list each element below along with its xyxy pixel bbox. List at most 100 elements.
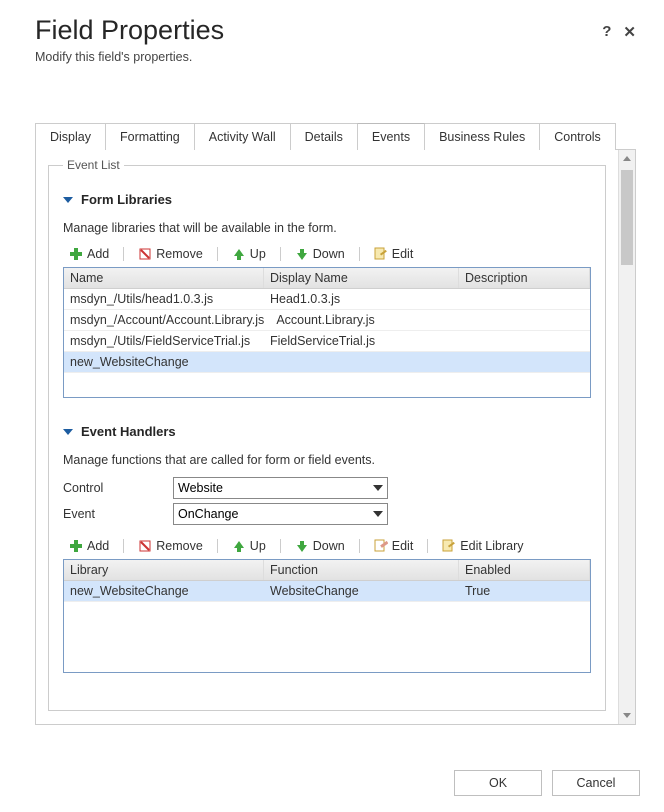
column-library[interactable]: Library xyxy=(64,560,264,580)
tab-display[interactable]: Display xyxy=(35,123,106,150)
up-button[interactable]: Up xyxy=(226,245,272,263)
control-label: Control xyxy=(63,481,173,495)
help-icon[interactable]: ? xyxy=(602,23,611,41)
chevron-down-icon xyxy=(373,511,383,517)
separator xyxy=(280,247,281,261)
separator xyxy=(427,539,428,553)
control-select-value: Website xyxy=(178,481,223,495)
edit-library-button[interactable]: Edit Library xyxy=(436,537,529,555)
separator xyxy=(280,539,281,553)
event-handlers-header[interactable]: Event Handlers xyxy=(63,424,591,439)
event-list-legend: Event List xyxy=(63,158,124,172)
page-title: Field Properties xyxy=(35,15,224,46)
event-select[interactable]: OnChange xyxy=(173,503,388,525)
event-select-value: OnChange xyxy=(178,507,238,521)
arrow-up-icon xyxy=(232,247,246,261)
column-display-name[interactable]: Display Name xyxy=(264,268,459,288)
plus-icon xyxy=(69,247,83,261)
cancel-button[interactable]: Cancel xyxy=(552,770,640,796)
add-button[interactable]: Add xyxy=(63,537,115,555)
close-icon[interactable]: ✕ xyxy=(623,23,636,41)
column-enabled[interactable]: Enabled xyxy=(459,560,590,580)
add-label: Add xyxy=(87,539,109,553)
cell-library: new_WebsiteChange xyxy=(64,581,264,601)
tab-controls[interactable]: Controls xyxy=(539,123,616,150)
scroll-thumb[interactable] xyxy=(621,170,633,265)
form-libraries-desc: Manage libraries that will be available … xyxy=(63,221,591,235)
cell-desc xyxy=(459,352,590,372)
separator xyxy=(123,247,124,261)
form-libraries-title: Form Libraries xyxy=(81,192,172,207)
cell-display xyxy=(264,352,459,372)
chevron-down-icon xyxy=(373,485,383,491)
remove-button[interactable]: Remove xyxy=(132,245,209,263)
column-name[interactable]: Name xyxy=(64,268,264,288)
down-button[interactable]: Down xyxy=(289,245,351,263)
arrow-down-icon xyxy=(295,247,309,261)
table-row[interactable]: msdyn_/Utils/head1.0.3.js Head1.0.3.js xyxy=(64,289,590,310)
add-label: Add xyxy=(87,247,109,261)
ok-button[interactable]: OK xyxy=(454,770,542,796)
tab-events[interactable]: Events xyxy=(357,123,425,150)
separator xyxy=(217,247,218,261)
cell-name: msdyn_/Utils/head1.0.3.js xyxy=(64,289,264,309)
separator xyxy=(217,539,218,553)
pencil-icon xyxy=(374,539,388,553)
up-button[interactable]: Up xyxy=(226,537,272,555)
column-function[interactable]: Function xyxy=(264,560,459,580)
cell-enabled: True xyxy=(459,581,590,601)
up-label: Up xyxy=(250,247,266,261)
event-handlers-title: Event Handlers xyxy=(81,424,176,439)
remove-label: Remove xyxy=(156,247,203,261)
up-label: Up xyxy=(250,539,266,553)
event-handlers-desc: Manage functions that are called for for… xyxy=(63,453,591,467)
edit-library-icon xyxy=(442,539,456,553)
cell-name: new_WebsiteChange xyxy=(64,352,264,372)
table-row[interactable]: msdyn_/Account/Account.Library.js Accoun… xyxy=(64,310,590,331)
remove-button[interactable]: Remove xyxy=(132,537,209,555)
event-handlers-table: Library Function Enabled new_WebsiteChan… xyxy=(63,559,591,673)
form-libraries-header[interactable]: Form Libraries xyxy=(63,192,591,207)
event-list-fieldset: Event List Form Libraries Manage librari… xyxy=(48,158,606,711)
down-button[interactable]: Down xyxy=(289,537,351,555)
down-label: Down xyxy=(313,539,345,553)
cell-desc xyxy=(459,289,590,309)
tab-activity-wall[interactable]: Activity Wall xyxy=(194,123,291,150)
arrow-up-icon xyxy=(232,539,246,553)
cell-display: FieldServiceTrial.js xyxy=(264,331,459,351)
arrow-down-icon xyxy=(295,539,309,553)
edit-button[interactable]: Edit xyxy=(368,537,420,555)
cell-display: Head1.0.3.js xyxy=(264,289,459,309)
scroll-down-icon[interactable] xyxy=(619,707,635,724)
collapse-icon xyxy=(63,429,73,435)
delete-icon xyxy=(138,247,152,261)
scroll-up-icon[interactable] xyxy=(619,150,635,167)
edit-button[interactable]: Edit xyxy=(368,245,420,263)
plus-icon xyxy=(69,539,83,553)
table-row[interactable]: new_WebsiteChange xyxy=(64,352,590,373)
tab-details[interactable]: Details xyxy=(290,123,358,150)
tab-business-rules[interactable]: Business Rules xyxy=(424,123,540,150)
tab-bar: Display Formatting Activity Wall Details… xyxy=(35,122,636,150)
form-libraries-toolbar: Add Remove Up xyxy=(63,245,591,263)
form-libraries-table: Name Display Name Description msdyn_/Uti… xyxy=(63,267,591,398)
down-label: Down xyxy=(313,247,345,261)
separator xyxy=(123,539,124,553)
edit-label: Edit xyxy=(392,539,414,553)
separator xyxy=(359,247,360,261)
cell-function: WebsiteChange xyxy=(264,581,459,601)
cell-name: msdyn_/Utils/FieldServiceTrial.js xyxy=(64,331,264,351)
tab-formatting[interactable]: Formatting xyxy=(105,123,195,150)
page-subtitle: Modify this field's properties. xyxy=(35,50,224,64)
table-row[interactable]: msdyn_/Utils/FieldServiceTrial.js FieldS… xyxy=(64,331,590,352)
add-button[interactable]: Add xyxy=(63,245,115,263)
remove-label: Remove xyxy=(156,539,203,553)
collapse-icon xyxy=(63,197,73,203)
control-select[interactable]: Website xyxy=(173,477,388,499)
edit-label: Edit xyxy=(392,247,414,261)
separator xyxy=(359,539,360,553)
cell-desc xyxy=(465,310,590,330)
vertical-scrollbar[interactable] xyxy=(618,150,635,724)
column-description[interactable]: Description xyxy=(459,268,590,288)
table-row[interactable]: new_WebsiteChange WebsiteChange True xyxy=(64,581,590,602)
